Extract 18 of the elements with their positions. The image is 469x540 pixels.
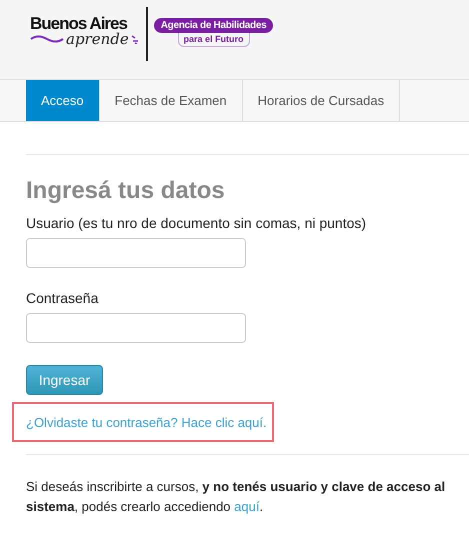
field-label: Usuario (es tu nro de documento sin comas, ni puntos) [26,215,368,231]
logo-script-text: aprende [66,30,129,48]
login-button[interactable]: Ingresar [26,365,103,395]
signup-paragraph: Si deseás inscribirte a cursos, y no tenés usuario y clave de acceso al sistema, podés crearlo accediendo aquí. [26,478,446,516]
nav-tab[interactable]: Horarios de Cursadas [242,80,400,121]
nav-tab[interactable]: Fechas de Examen [100,80,243,121]
form-title: Ingresá tus datos [26,177,226,205]
logo-badge: para el Futuro [178,33,250,47]
input-field[interactable] [26,313,246,343]
nav-tab[interactable]: Acceso [26,80,100,121]
field-label: Contraseña [26,290,100,306]
signup-link[interactable]: aquí [234,499,260,514]
logo-badge: Agencia de Habilidades [154,18,274,33]
sparkle-icon [130,34,139,44]
logo-text: Buenos Aires [30,15,128,32]
input-field[interactable] [26,238,246,268]
swoosh-icon [30,34,64,44]
forgot-password-link[interactable]: ¿Olvidaste tu contraseña? Hace clic aquí. [26,414,267,430]
